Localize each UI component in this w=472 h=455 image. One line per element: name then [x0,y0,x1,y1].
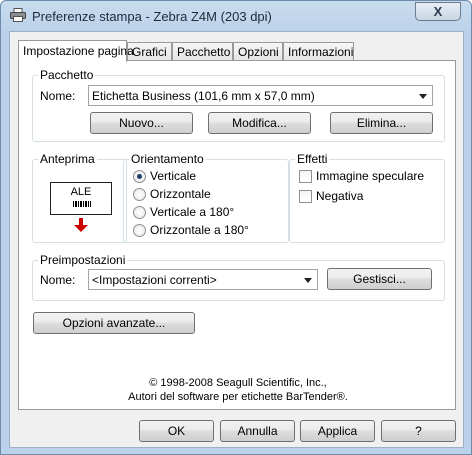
delete-button[interactable]: Elimina... [330,112,433,134]
printer-icon [10,8,26,22]
preimpostazioni-group-label: Preimpostazioni [38,253,128,267]
copyright-line-1: © 1998-2008 Seagull Scientific, Inc., [149,377,327,389]
tab-impostazione-pagina[interactable]: Impostazione pagina [18,40,134,62]
orientamento-group-label: Orientamento [129,152,206,166]
tab-informazioni[interactable]: Informazioni [283,42,354,61]
chevron-down-icon [304,278,312,283]
pacchetto-selected-value: Etichetta Business (101,6 mm x 57,0 mm) [92,89,315,103]
orientation-label: Orizzontale a 180° [150,223,249,237]
feed-direction-arrow-icon [74,218,88,232]
preimpostazioni-name-label: Nome: [40,273,76,287]
page-setup-panel: Pacchetto Nome: Etichetta Business (101,… [18,60,456,410]
orientation-label: Orizzontale [150,187,211,201]
copyright-line-2: Autori del software per etichette BarTen… [128,391,348,403]
help-button[interactable]: ? [381,420,456,442]
radio-checked-icon [133,169,146,183]
orientation-orizzontale-180[interactable]: Orizzontale a 180° [133,222,249,238]
cancel-button[interactable]: Annulla [220,420,295,442]
title-bar[interactable]: Preferenze stampa - Zebra Z4M (203 dpi) … [1,1,471,31]
advanced-options-button[interactable]: Opzioni avanzate... [33,312,195,334]
dialog-client: Impostazione pagina Grafici Pacchetto Op… [9,31,464,448]
manage-presets-button[interactable]: Gestisci... [327,268,432,290]
label-preview: ALE [50,182,112,215]
checkbox-icon [299,189,312,203]
chevron-down-icon [419,94,427,99]
apply-button[interactable]: Applica [300,420,375,442]
orientation-verticale-180[interactable]: Verticale a 180° [133,204,234,220]
checkbox-icon [299,169,312,183]
orientation-orizzontale[interactable]: Orizzontale [133,186,211,202]
effect-label: Immagine speculare [316,169,425,183]
effect-label: Negativa [316,189,364,203]
preview-label-text: ALE [70,186,92,198]
preset-selected-value: <Impostazioni correnti> [92,273,217,287]
close-icon: X [433,4,443,19]
anteprima-group-label: Anteprima [38,152,97,166]
radio-icon [133,205,146,219]
print-preferences-window: Preferenze stampa - Zebra Z4M (203 dpi) … [0,0,472,455]
pacchetto-group-label: Pacchetto [38,68,96,82]
new-button[interactable]: Nuovo... [90,112,193,134]
ok-button[interactable]: OK [139,420,214,442]
orientation-verticale[interactable]: Verticale [133,168,196,184]
barcode-icon [73,201,91,207]
effect-immagine-speculare[interactable]: Immagine speculare [299,168,424,184]
window-title: Preferenze stampa - Zebra Z4M (203 dpi) [32,9,272,24]
edit-button[interactable]: Modifica... [208,112,311,134]
radio-icon [133,187,146,201]
close-button[interactable]: X [415,2,461,21]
tab-opzioni[interactable]: Opzioni [233,42,283,61]
preset-name-select[interactable]: <Impostazioni correnti> [88,269,318,290]
orientation-label: Verticale [150,169,197,183]
radio-icon [133,223,146,237]
tab-pacchetto[interactable]: Pacchetto [172,42,233,61]
effect-negativa[interactable]: Negativa [299,188,363,204]
pacchetto-name-select[interactable]: Etichetta Business (101,6 mm x 57,0 mm) [88,85,433,106]
effetti-group-label: Effetti [295,152,330,166]
orientation-label: Verticale a 180° [150,205,235,219]
pacchetto-name-label: Nome: [40,89,76,103]
